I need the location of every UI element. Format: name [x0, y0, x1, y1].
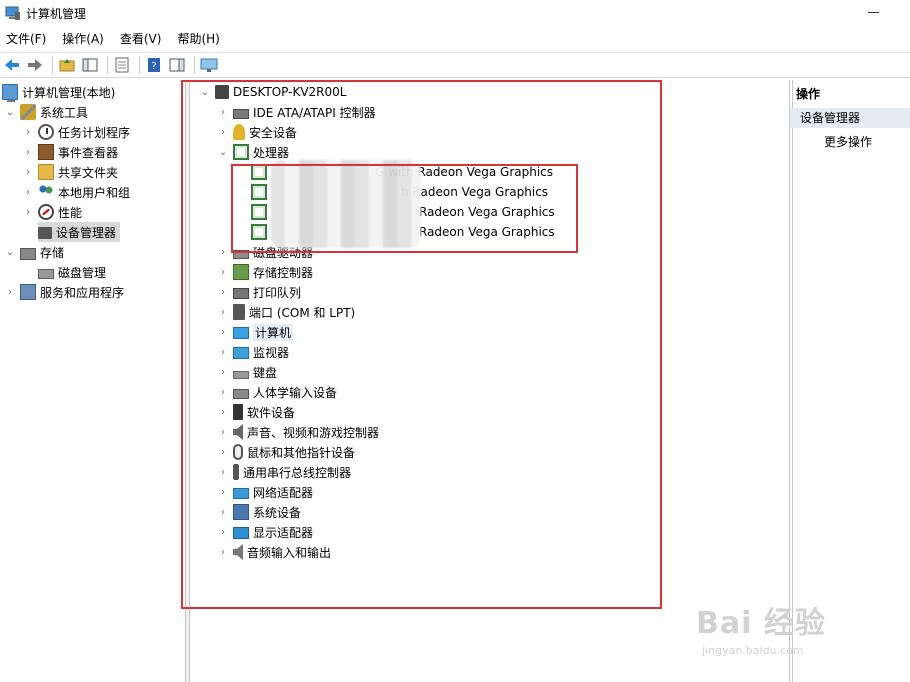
highlight-box-outer [181, 80, 662, 609]
computer-management-icon [2, 84, 18, 102]
watermark: Bai 经验 jingyan.baidu.com [696, 598, 826, 657]
tree-item-storage[interactable]: ⌄ 存储 [4, 242, 64, 262]
highlight-box-processors [231, 164, 578, 253]
tree-item-label: 磁盘管理 [58, 265, 107, 280]
menu-action[interactable]: 操作(A) [54, 28, 112, 50]
tree-item-label: 本地用户和组 [58, 185, 131, 200]
actions-device-manager[interactable]: 设备管理器 [790, 108, 910, 128]
help-icon[interactable]: ? [144, 55, 164, 75]
device-manager-icon [38, 227, 52, 239]
services-icon [20, 284, 36, 300]
chevron-right-icon[interactable]: › [22, 206, 34, 218]
performance-icon [38, 204, 54, 220]
console-tree: 计算机管理(本地) ⌄ 系统工具 › 任务计划程序 › 事件查看器 › 共享文件… [0, 80, 186, 682]
forward-icon[interactable] [25, 55, 45, 75]
window-title: 计算机管理 [26, 6, 87, 21]
tree-item-system-tools[interactable]: ⌄ 系统工具 [4, 102, 88, 122]
watermark-url: jingyan.baidu.com [702, 644, 804, 657]
toolbar-separator [52, 56, 53, 74]
minimize-button[interactable] [868, 6, 880, 18]
tree-item-device-manager[interactable]: 设备管理器 [38, 222, 121, 242]
properties-icon[interactable] [112, 55, 132, 75]
watermark-logo: Bai 经验 [696, 606, 826, 641]
users-icon [38, 184, 54, 200]
back-icon[interactable] [2, 55, 22, 75]
toolbar-separator [139, 56, 140, 74]
tree-item-label: 事件查看器 [58, 145, 119, 160]
menu-file[interactable]: 文件(F) [0, 28, 54, 50]
event-viewer-icon [38, 144, 54, 160]
disk-icon [38, 269, 54, 279]
toolbar: ? [0, 52, 910, 78]
chevron-right-icon[interactable]: › [22, 126, 34, 138]
menu-bar: 文件(F) 操作(A) 查看(V) 帮助(H) [0, 28, 228, 50]
toolbar-separator [107, 56, 108, 74]
tree-item-label: 设备管理器 [56, 225, 117, 240]
chevron-right-icon[interactable]: › [22, 186, 34, 198]
monitor-icon[interactable] [199, 55, 219, 75]
toolbar-separator [194, 56, 195, 74]
tree-item-task-scheduler[interactable]: › 任务计划程序 [22, 122, 130, 142]
task-scheduler-icon [38, 124, 54, 140]
computer-management-app-icon [5, 5, 21, 21]
chevron-right-icon[interactable]: › [22, 166, 34, 178]
chevron-down-icon[interactable]: ⌄ [4, 106, 16, 118]
chevron-right-icon[interactable]: › [22, 146, 34, 158]
tree-item-performance[interactable]: › 性能 [22, 202, 82, 222]
tree-item-event-viewer[interactable]: › 事件查看器 [22, 142, 118, 162]
shared-folder-icon [38, 164, 54, 180]
tools-icon [20, 104, 36, 120]
tree-item-local-users[interactable]: › 本地用户和组 [22, 182, 130, 202]
menu-help[interactable]: 帮助(H) [169, 28, 227, 50]
chevron-right-icon[interactable]: › [4, 286, 16, 298]
up-folder-icon[interactable] [57, 55, 77, 75]
tree-item-label: 共享文件夹 [58, 165, 119, 180]
more-actions-link[interactable]: 更多操作 [824, 132, 872, 152]
tree-item-root[interactable]: 计算机管理(本地) [2, 82, 115, 102]
tree-item-label: 系统工具 [40, 105, 89, 120]
tree-item-disk-management[interactable]: 磁盘管理 [38, 262, 106, 282]
tree-item-shared-folders[interactable]: › 共享文件夹 [22, 162, 118, 182]
action-pane-icon[interactable] [167, 55, 187, 75]
actions-pane: 操作 设备管理器 更多操作 [789, 80, 910, 682]
tree-item-label: 性能 [58, 205, 83, 220]
tree-item-label: 计算机管理(本地) [22, 85, 116, 100]
tree-item-label: 服务和应用程序 [40, 285, 125, 300]
tree-item-services[interactable]: › 服务和应用程序 [4, 282, 124, 302]
actions-header: 操作 [796, 87, 821, 101]
tree-item-label: 任务计划程序 [58, 125, 131, 140]
chevron-down-icon[interactable]: ⌄ [4, 246, 16, 258]
menu-view[interactable]: 查看(V) [112, 28, 170, 50]
svg-text:?: ? [151, 61, 156, 72]
tree-item-label: 存储 [40, 245, 65, 260]
storage-icon [20, 247, 36, 260]
title-bar: 计算机管理 [0, 0, 910, 26]
show-hide-tree-icon[interactable] [80, 55, 100, 75]
